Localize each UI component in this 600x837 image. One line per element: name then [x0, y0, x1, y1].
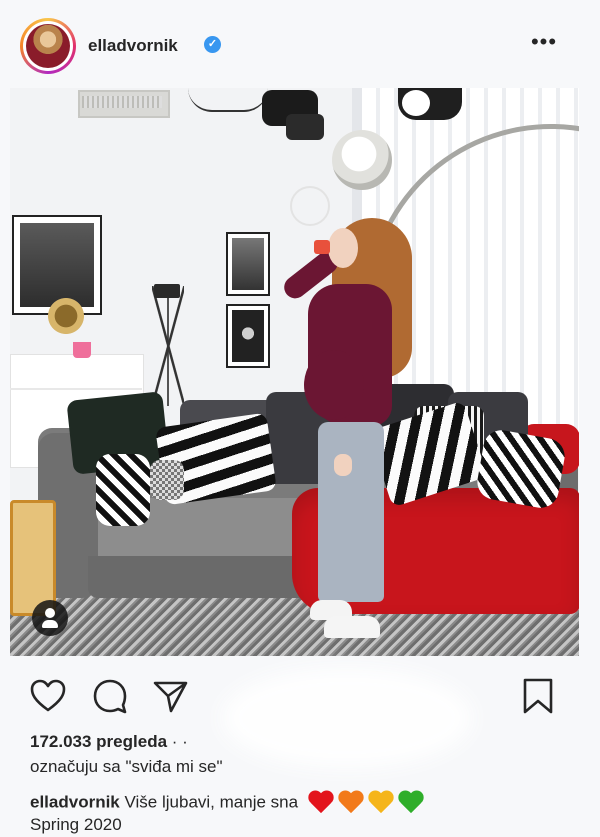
views-suffix: · · [167, 732, 188, 751]
photo-person-jeans [318, 422, 384, 602]
photo-lamp-shade [332, 130, 392, 190]
photo-shelf-line [10, 388, 142, 390]
yellow-heart-icon [369, 791, 395, 815]
photo-vent-slats [82, 96, 162, 108]
photo-frame [226, 304, 270, 368]
photo-person-shoe [324, 616, 380, 638]
verified-badge-icon: ✓ [204, 36, 221, 53]
blur-overlay [222, 668, 472, 768]
photo-pot [73, 342, 91, 358]
photo-cable [188, 88, 268, 112]
photo-person-belly [304, 350, 364, 420]
avatar[interactable] [20, 18, 76, 74]
heart-outline-icon[interactable] [28, 676, 68, 716]
photo-person-hand [334, 454, 352, 476]
tagged-user-icon[interactable] [32, 600, 68, 636]
photo-side-table [10, 500, 56, 616]
views-text: 172.033 pregleda [30, 732, 168, 751]
photo-frame [226, 232, 270, 296]
caption-text: Više ljubavi, manje sna [124, 792, 299, 812]
photo-pendant-lamp [398, 88, 462, 120]
green-heart-icon [399, 791, 425, 815]
photo-tripod-lamp [152, 286, 184, 406]
orange-heart-icon [339, 791, 365, 815]
photo-cup [314, 240, 330, 254]
post-photo[interactable] [10, 88, 579, 656]
caption-username[interactable]: elladvornik [30, 792, 120, 811]
avatar-ring [23, 21, 73, 71]
caption: elladvornik Više ljubavi, manje sna [30, 791, 429, 815]
avatar-photo [26, 24, 70, 68]
photo-pillow [474, 427, 568, 511]
views-count[interactable]: 172.033 pregleda · · [30, 732, 188, 752]
caption-hearts [309, 791, 429, 815]
caption-second-line: Spring 2020 [30, 815, 122, 834]
more-options-button[interactable]: ••• [528, 31, 560, 56]
share-icon[interactable] [150, 676, 190, 716]
photo-pendant-lamp [286, 114, 324, 140]
red-heart-icon [309, 791, 335, 815]
post-header: elladvornik ✓ ••• [0, 0, 600, 88]
username-link[interactable]: elladvornik [88, 36, 178, 56]
likes-text: označuju sa "sviđa mi se" [30, 757, 223, 776]
photo-person-face [328, 228, 358, 268]
photo-clock [290, 186, 330, 226]
photo-pillow [96, 454, 150, 526]
photo-pillow [150, 460, 184, 500]
photo-tripod-head [154, 284, 180, 298]
bookmark-icon[interactable] [518, 676, 558, 716]
comment-icon[interactable] [90, 676, 130, 716]
